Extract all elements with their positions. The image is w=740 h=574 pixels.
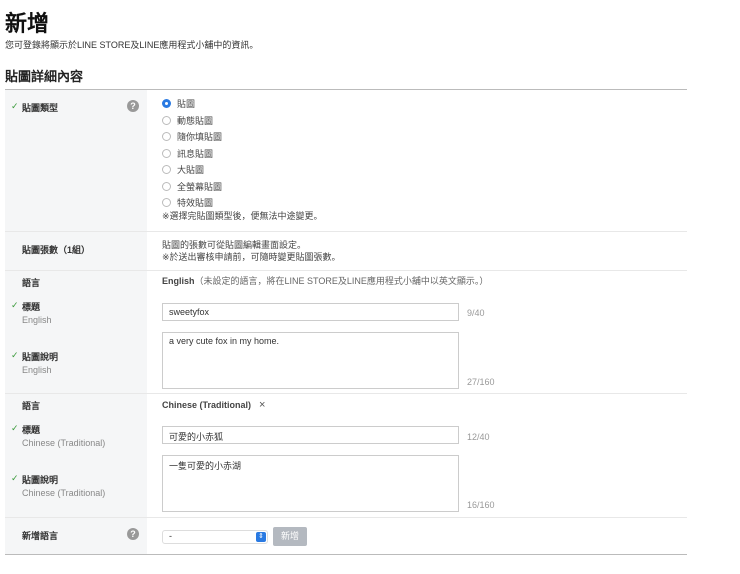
- sticker-type-label: 貼圖類型: [22, 103, 59, 113]
- check-icon: ✓: [11, 473, 19, 483]
- language-name: English（未設定的語言，將在LINE STORE及LINE應用程式小舖中以…: [162, 276, 489, 286]
- option-label: 大貼圖: [177, 165, 205, 175]
- count-line-2: ※於送出審核申請前，可隨時變更貼圖張數。: [162, 252, 341, 262]
- description-textarea-chinese[interactable]: 一隻可愛的小赤湖: [162, 455, 459, 512]
- option-label: 特效貼圖: [177, 198, 214, 208]
- radio-icon[interactable]: [162, 148, 171, 158]
- sticker-type-option[interactable]: 大貼圖: [162, 163, 204, 176]
- remove-language-icon[interactable]: ×: [259, 399, 265, 411]
- check-icon: ✓: [11, 101, 19, 111]
- type-note: ※選擇完貼圖類型後，便無法中途變更。: [162, 211, 323, 221]
- option-label: 隨你填貼圖: [177, 132, 223, 142]
- check-icon: ✓: [11, 350, 19, 360]
- sticker-type-row: ✓ 貼圖類型 ? ※選擇完貼圖類型後，便無法中途變更。 貼圖動態貼圖隨你填貼圖訊…: [5, 90, 687, 232]
- section-title: 貼圖詳細內容: [5, 69, 84, 84]
- sticker-count-row: 貼圖張數（1組） 貼圖的張數可從貼圖編輯畫面設定。 ※於送出審核申請前，可隨時變更…: [5, 232, 687, 271]
- radio-icon[interactable]: [162, 132, 171, 141]
- add-language-button[interactable]: 新增: [273, 527, 307, 546]
- sticker-type-option[interactable]: 隨你填貼圖: [162, 130, 222, 143]
- count-info: 貼圖的張數可從貼圖編輯畫面設定。 ※於送出審核申請前，可隨時變更貼圖張數。: [162, 239, 341, 263]
- title-input-english[interactable]: sweetyfox: [162, 303, 459, 321]
- radio-icon[interactable]: [162, 165, 171, 174]
- title-label: 標題 English: [22, 302, 52, 325]
- description-label: 貼圖說明 Chinese (Traditional): [22, 475, 106, 498]
- description-textarea-english[interactable]: a very cute fox in my home.: [162, 332, 459, 389]
- option-label: 全螢幕貼圖: [177, 181, 223, 192]
- language-label: 語言: [22, 278, 41, 288]
- description-label: 貼圖說明 English: [22, 352, 59, 375]
- description-counter: 16/160: [467, 500, 495, 510]
- sticker-count-label: 貼圖張數（1組）: [22, 245, 91, 255]
- help-icon[interactable]: ?: [127, 100, 139, 112]
- language-name: Chinese (Traditional) ×: [162, 399, 266, 411]
- option-label: 訊息貼圖: [177, 148, 214, 159]
- add-language-label: 新增語言: [22, 531, 59, 541]
- language-select[interactable]: - ⇕: [162, 530, 268, 544]
- language-label: 語言: [22, 401, 41, 411]
- sticker-type-option[interactable]: 訊息貼圖: [162, 147, 213, 160]
- page-title: 新增: [5, 11, 50, 36]
- radio-icon[interactable]: [162, 181, 171, 191]
- title-input-chinese[interactable]: 可愛的小赤狐: [162, 426, 459, 444]
- description-counter: 27/160: [467, 377, 495, 387]
- sticker-type-option[interactable]: 特效貼圖: [162, 196, 213, 209]
- title-label: 標題 Chinese (Traditional): [22, 425, 106, 448]
- sticker-details-form: ✓ 貼圖類型 ? ※選擇完貼圖類型後，便無法中途變更。 貼圖動態貼圖隨你填貼圖訊…: [5, 89, 687, 555]
- radio-icon[interactable]: [162, 115, 171, 125]
- count-line-1: 貼圖的張數可從貼圖編輯畫面設定。: [162, 240, 307, 250]
- add-language-row: 新增語言 ? - ⇕ 新增: [5, 518, 687, 554]
- check-icon: ✓: [11, 423, 19, 433]
- page-subtitle: 您可登錄將顯示於LINE STORE及LINE應用程式小舖中的資訊。: [5, 40, 259, 50]
- sticker-type-option[interactable]: 全螢幕貼圖: [162, 180, 222, 193]
- option-label: 動態貼圖: [177, 115, 214, 126]
- sticker-type-option[interactable]: 動態貼圖: [162, 114, 213, 127]
- title-counter: 12/40: [467, 432, 490, 442]
- sticker-type-option[interactable]: 貼圖: [162, 97, 195, 110]
- radio-icon[interactable]: [162, 198, 171, 207]
- english-section: 語言 ✓ 標題 English ✓ 貼圖說明 English English（未設定…: [5, 271, 687, 394]
- title-counter: 9/40: [467, 308, 485, 318]
- option-label: 貼圖: [177, 99, 196, 109]
- check-icon: ✓: [11, 300, 19, 310]
- select-arrow-icon: ⇕: [256, 532, 266, 542]
- help-icon[interactable]: ?: [127, 528, 139, 540]
- radio-icon[interactable]: [162, 99, 171, 108]
- chinese-section: 語言 ✓ 標題 Chinese (Traditional) ✓ 貼圖說明 Chine…: [5, 394, 687, 518]
